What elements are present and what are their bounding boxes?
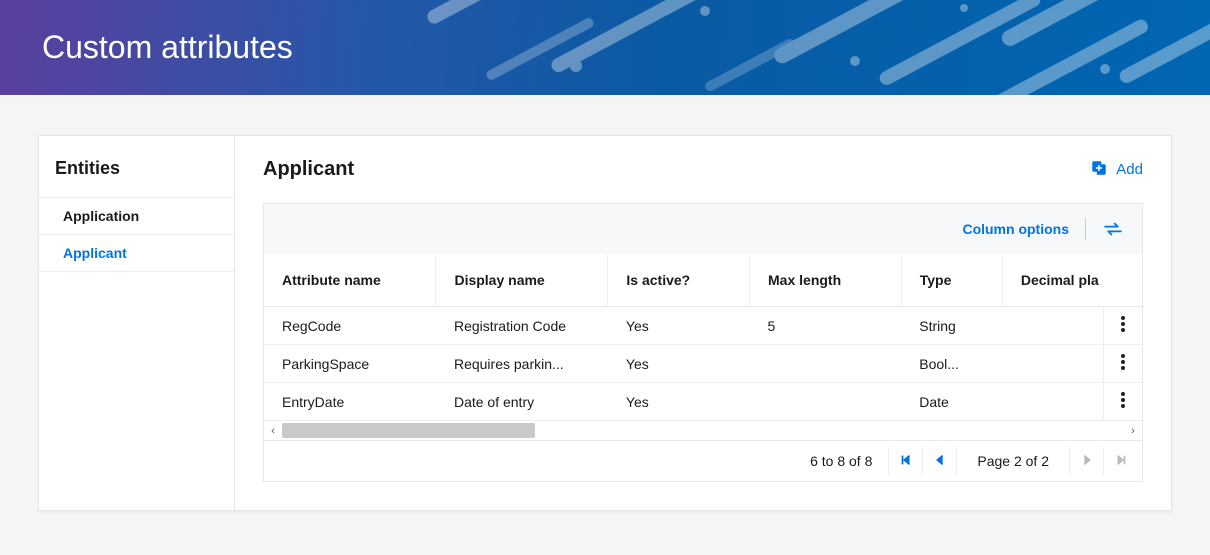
cell-is-active: Yes: [608, 383, 750, 421]
entity-title: Applicant: [263, 158, 354, 181]
kebab-icon: [1121, 319, 1125, 335]
pagination: 6 to 8 of 8 Page 2 of 2: [263, 441, 1143, 482]
table-row[interactable]: EntryDate Date of entry Yes Date: [264, 383, 1142, 421]
column-header-type[interactable]: Type: [901, 254, 1002, 307]
add-button[interactable]: Add: [1090, 159, 1143, 181]
sidebar-item-application[interactable]: Application: [39, 197, 234, 234]
pager-last-button: [1103, 447, 1137, 475]
column-header-decimal-places[interactable]: Decimal pla: [1002, 254, 1142, 307]
last-page-icon: [1114, 453, 1128, 470]
cell-attribute-name: ParkingSpace: [264, 345, 436, 383]
cell-attribute-name: EntryDate: [264, 383, 436, 421]
sidebar-item-applicant[interactable]: Applicant: [39, 234, 234, 272]
page-title: Custom attributes: [42, 29, 293, 66]
cell-is-active: Yes: [608, 307, 750, 345]
chevron-right-icon: [1080, 453, 1094, 470]
cell-type: Bool...: [901, 345, 1002, 383]
column-options-link[interactable]: Column options: [962, 221, 1069, 237]
table-row[interactable]: ParkingSpace Requires parkin... Yes Bool…: [264, 345, 1142, 383]
pager-next-button: [1069, 447, 1103, 475]
swap-columns-icon[interactable]: [1102, 220, 1124, 238]
pager-prev-button[interactable]: [922, 447, 956, 475]
chevron-left-icon: [933, 453, 947, 470]
main-panel: Applicant Add Column options: [235, 136, 1171, 510]
row-actions-button[interactable]: [1104, 383, 1142, 421]
cell-display-name: Registration Code: [436, 307, 608, 345]
scrollbar-track[interactable]: [282, 421, 1124, 440]
cell-decimal: [1002, 345, 1103, 383]
cell-max-length: [750, 345, 902, 383]
row-actions-button[interactable]: [1104, 307, 1142, 345]
row-actions-button[interactable]: [1104, 345, 1142, 383]
pager-range: 6 to 8 of 8: [794, 453, 888, 469]
cell-type: Date: [901, 383, 1002, 421]
entities-sidebar: Entities Application Applicant: [39, 136, 235, 510]
cell-max-length: 5: [750, 307, 902, 345]
scroll-left-arrow[interactable]: ‹: [264, 425, 282, 437]
attributes-table: Attribute name Display name Is active? M…: [263, 254, 1143, 421]
add-label: Add: [1116, 161, 1143, 178]
kebab-icon: [1121, 395, 1125, 411]
toolbar-divider: [1085, 218, 1086, 240]
cell-max-length: [750, 383, 902, 421]
cell-decimal: [1002, 383, 1103, 421]
column-header-display-name[interactable]: Display name: [436, 254, 608, 307]
table-toolbar: Column options: [263, 203, 1143, 254]
cell-display-name: Requires parkin...: [436, 345, 608, 383]
cell-attribute-name: RegCode: [264, 307, 436, 345]
cell-type: String: [901, 307, 1002, 345]
cell-is-active: Yes: [608, 345, 750, 383]
first-page-icon: [899, 453, 913, 470]
table-row[interactable]: RegCode Registration Code Yes 5 String: [264, 307, 1142, 345]
column-header-attribute-name[interactable]: Attribute name: [264, 254, 436, 307]
horizontal-scrollbar[interactable]: ‹ ›: [263, 421, 1143, 441]
column-header-is-active[interactable]: Is active?: [608, 254, 750, 307]
kebab-icon: [1121, 357, 1125, 373]
column-header-max-length[interactable]: Max length: [750, 254, 902, 307]
sidebar-heading: Entities: [39, 158, 234, 197]
table-header-row: Attribute name Display name Is active? M…: [264, 254, 1142, 307]
pager-first-button[interactable]: [888, 447, 922, 475]
pager-page-label: Page 2 of 2: [956, 447, 1069, 475]
cell-display-name: Date of entry: [436, 383, 608, 421]
scrollbar-thumb[interactable]: [282, 423, 535, 438]
add-icon: [1090, 159, 1108, 181]
cell-decimal: [1002, 307, 1103, 345]
page-banner: Custom attributes: [0, 0, 1210, 95]
scroll-right-arrow[interactable]: ›: [1124, 425, 1142, 437]
